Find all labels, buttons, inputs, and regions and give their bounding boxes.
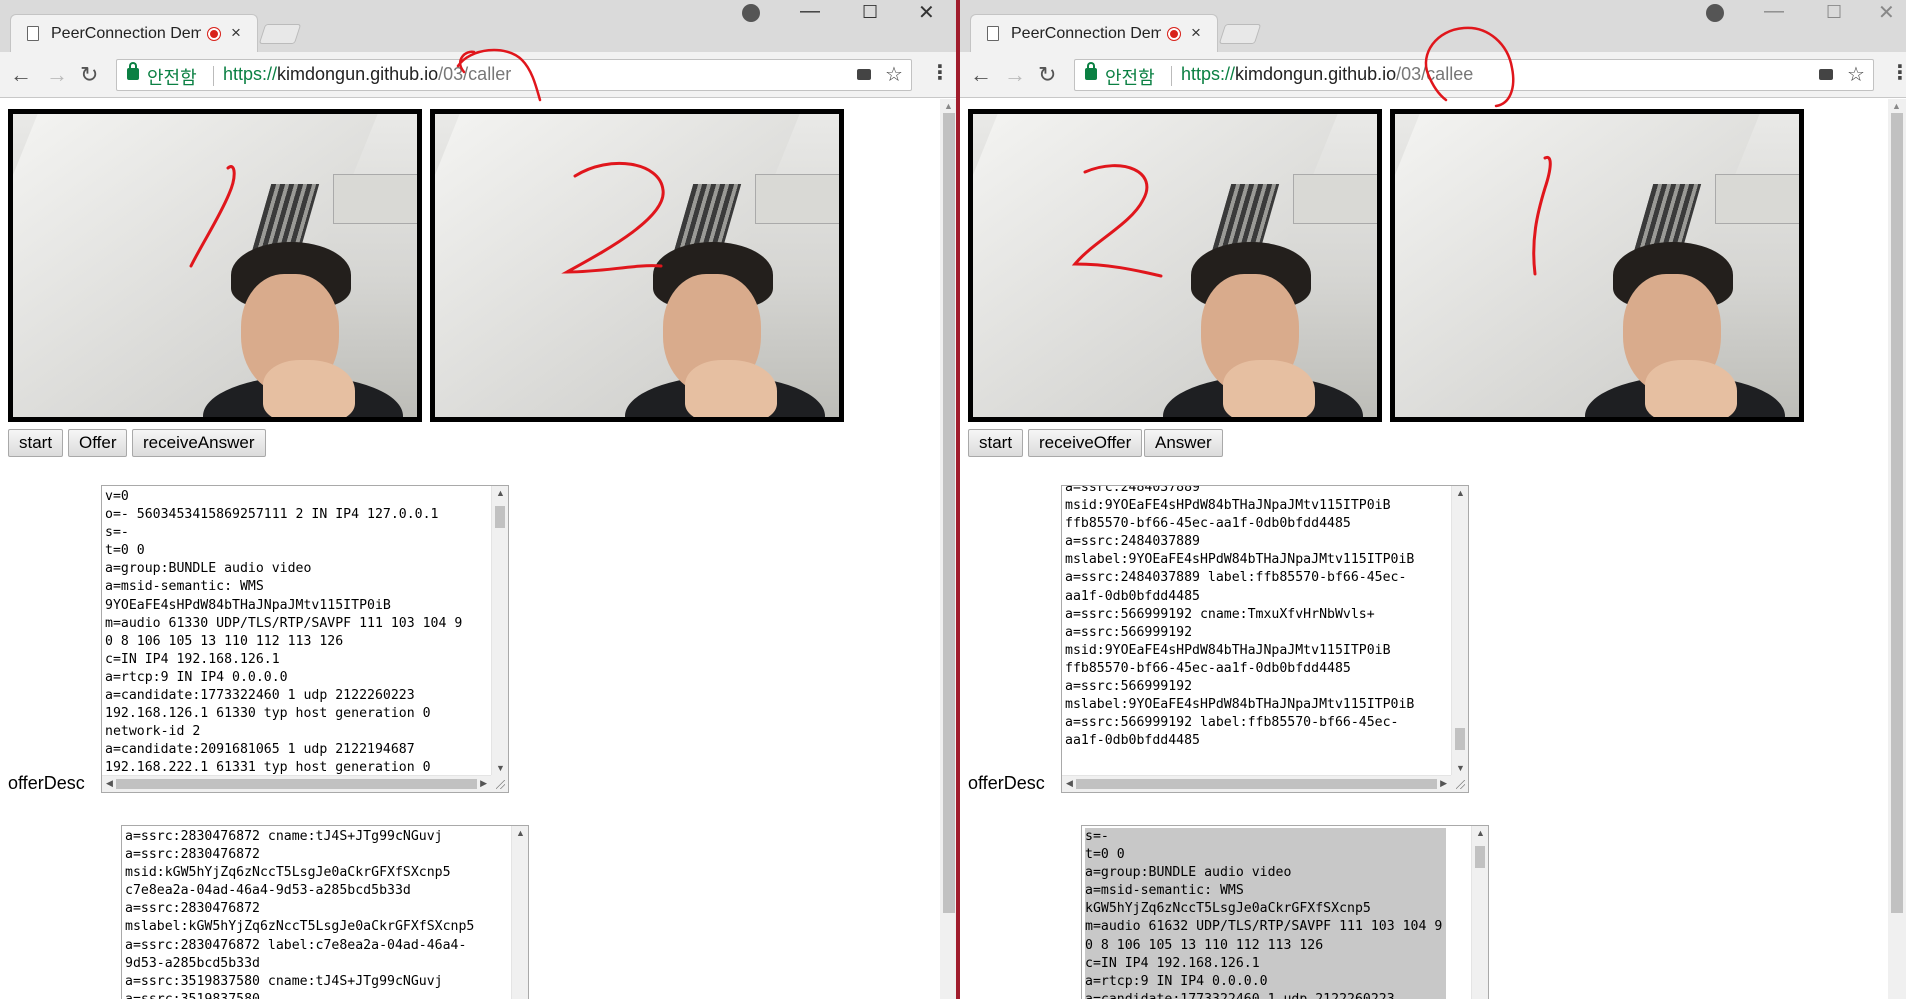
vertical-scrollbar[interactable]: ▲ bbox=[1471, 826, 1488, 999]
local-video: 2 bbox=[968, 109, 1382, 422]
back-icon[interactable]: ← bbox=[10, 62, 32, 88]
browser-tab[interactable]: PeerConnection Demo × bbox=[10, 14, 258, 52]
document-icon bbox=[27, 26, 39, 41]
maximize-icon[interactable]: ☐ bbox=[862, 2, 878, 23]
lock-icon bbox=[127, 62, 139, 80]
tab-strip: PeerConnection Demo × — ☐ ✕ bbox=[0, 0, 958, 52]
lock-icon bbox=[1085, 62, 1097, 80]
user-profile-icon[interactable] bbox=[1706, 4, 1724, 22]
tab-strip: PeerConnection Demo × — ☐ ✕ bbox=[960, 0, 1906, 52]
minimize-icon[interactable]: — bbox=[800, 0, 820, 23]
scribble-number-2 bbox=[1071, 164, 1163, 278]
maximize-icon[interactable]: ☐ bbox=[1826, 2, 1842, 23]
reload-icon[interactable]: ↻ bbox=[80, 62, 98, 88]
tab-close-icon[interactable]: × bbox=[1191, 23, 1201, 43]
vertical-scrollbar[interactable]: ▲ ▼ bbox=[491, 486, 508, 775]
local-video: 1 bbox=[8, 109, 422, 422]
page-content: 1 2 start Offer receiveAnswer v=0 o=- 56… bbox=[0, 99, 958, 999]
back-icon[interactable]: ← bbox=[970, 62, 992, 88]
answer-desc-textarea[interactable]: s=- t=0 0 a=group:BUNDLE audio video a=m… bbox=[1081, 825, 1489, 999]
bookmark-star-icon[interactable]: ☆ bbox=[1847, 62, 1865, 87]
scribble-number-1 bbox=[1532, 155, 1552, 276]
browser-tab[interactable]: PeerConnection Demo × bbox=[970, 14, 1218, 52]
url-text[interactable]: https://kimdongun.github.io/03/callee bbox=[1181, 64, 1473, 85]
start-button[interactable]: start bbox=[968, 429, 1024, 457]
address-bar[interactable]: 안전함 https://kimdongun.github.io/03/calle… bbox=[1074, 59, 1874, 91]
url-text[interactable]: https://kimdongun.github.io/03/caller bbox=[223, 64, 511, 85]
menu-icon[interactable]: ⋮ bbox=[930, 60, 950, 85]
secure-label: 안전함 bbox=[147, 68, 197, 88]
menu-icon[interactable]: ⋮ bbox=[1890, 60, 1906, 85]
offer-desc-label: offerDesc bbox=[8, 773, 85, 793]
remote-video: 1 bbox=[1390, 109, 1804, 422]
new-tab-button[interactable] bbox=[258, 24, 302, 44]
answer-desc-textarea[interactable]: a=ssrc:2830476872 cname:tJ4S+JTg99cNGuvj… bbox=[121, 825, 529, 999]
browser-window-callee: PeerConnection Demo × — ☐ ✕ ← → ↻ 안전함 ht… bbox=[960, 0, 1906, 999]
reload-icon[interactable]: ↻ bbox=[1038, 62, 1056, 88]
sdp-text-selected: s=- t=0 0 a=group:BUNDLE audio video a=m… bbox=[1085, 828, 1447, 999]
browser-toolbar: ← → ↻ 안전함 https://kimdongun.github.io/03… bbox=[0, 52, 958, 98]
scribble-number-2 bbox=[561, 161, 665, 274]
camera-icon[interactable] bbox=[857, 69, 871, 80]
tab-title: PeerConnection Demo bbox=[51, 25, 201, 42]
receive-answer-button[interactable]: receiveAnswer bbox=[132, 429, 266, 457]
vertical-scrollbar[interactable]: ▲ bbox=[511, 826, 528, 999]
recording-icon bbox=[1167, 27, 1181, 41]
forward-icon[interactable]: → bbox=[1004, 62, 1026, 88]
sdp-text: v=0 o=- 5603453415869257111 2 IN IP4 127… bbox=[105, 489, 463, 776]
horizontal-scrollbar[interactable]: ◀ ▶ bbox=[1062, 775, 1451, 792]
close-window-icon[interactable]: ✕ bbox=[1878, 0, 1895, 25]
horizontal-scrollbar[interactable]: ◀ ▶ bbox=[102, 775, 491, 792]
recording-icon bbox=[207, 27, 221, 41]
tab-close-icon[interactable]: × bbox=[231, 23, 241, 43]
separator bbox=[1171, 66, 1172, 86]
resize-grip[interactable] bbox=[1451, 775, 1468, 792]
sdp-text: a=ssrc:2830476872 cname:tJ4S+JTg99cNGuvj… bbox=[125, 829, 475, 999]
vertical-scrollbar[interactable]: ▲ ▼ bbox=[1451, 486, 1468, 775]
minimize-icon[interactable]: — bbox=[1764, 0, 1784, 23]
bookmark-star-icon[interactable]: ☆ bbox=[885, 62, 903, 87]
resize-grip[interactable] bbox=[491, 775, 508, 792]
browser-toolbar: ← → ↻ 안전함 https://kimdongun.github.io/03… bbox=[960, 52, 1906, 98]
scribble-number-1 bbox=[189, 165, 236, 268]
forward-icon[interactable]: → bbox=[46, 62, 68, 88]
user-profile-icon[interactable] bbox=[742, 4, 760, 22]
offer-desc-textarea[interactable]: v=0 o=- 5603453415869257111 2 IN IP4 127… bbox=[101, 485, 509, 793]
start-button[interactable]: start bbox=[8, 429, 64, 457]
secure-label: 안전함 bbox=[1105, 68, 1155, 88]
new-tab-button[interactable] bbox=[1218, 24, 1262, 44]
camera-icon[interactable] bbox=[1819, 69, 1833, 80]
remote-video: 2 bbox=[430, 109, 844, 422]
separator bbox=[213, 66, 214, 86]
address-bar[interactable]: 안전함 https://kimdongun.github.io/03/calle… bbox=[116, 59, 912, 91]
receive-offer-button[interactable]: receiveOffer bbox=[1028, 429, 1143, 457]
browser-window-caller: PeerConnection Demo × — ☐ ✕ ← → ↻ 안전함 ht… bbox=[0, 0, 958, 999]
offer-button[interactable]: Offer bbox=[68, 429, 128, 457]
page-content: 2 1 start receiveOffer Answer a=ssrc:248… bbox=[960, 99, 1906, 999]
offer-desc-textarea[interactable]: a=ssrc:2484037889 msid:9YOEaFE4sHPdW84bT… bbox=[1061, 485, 1469, 793]
document-icon bbox=[987, 26, 999, 41]
tab-title: PeerConnection Demo bbox=[1011, 25, 1161, 42]
offer-desc-label: offerDesc bbox=[968, 773, 1045, 793]
page-scrollbar[interactable]: ▲ bbox=[1888, 99, 1906, 999]
close-window-icon[interactable]: ✕ bbox=[918, 0, 935, 25]
answer-button[interactable]: Answer bbox=[1144, 429, 1223, 457]
sdp-text: a=ssrc:2484037889 msid:9YOEaFE4sHPdW84bT… bbox=[1065, 485, 1415, 749]
